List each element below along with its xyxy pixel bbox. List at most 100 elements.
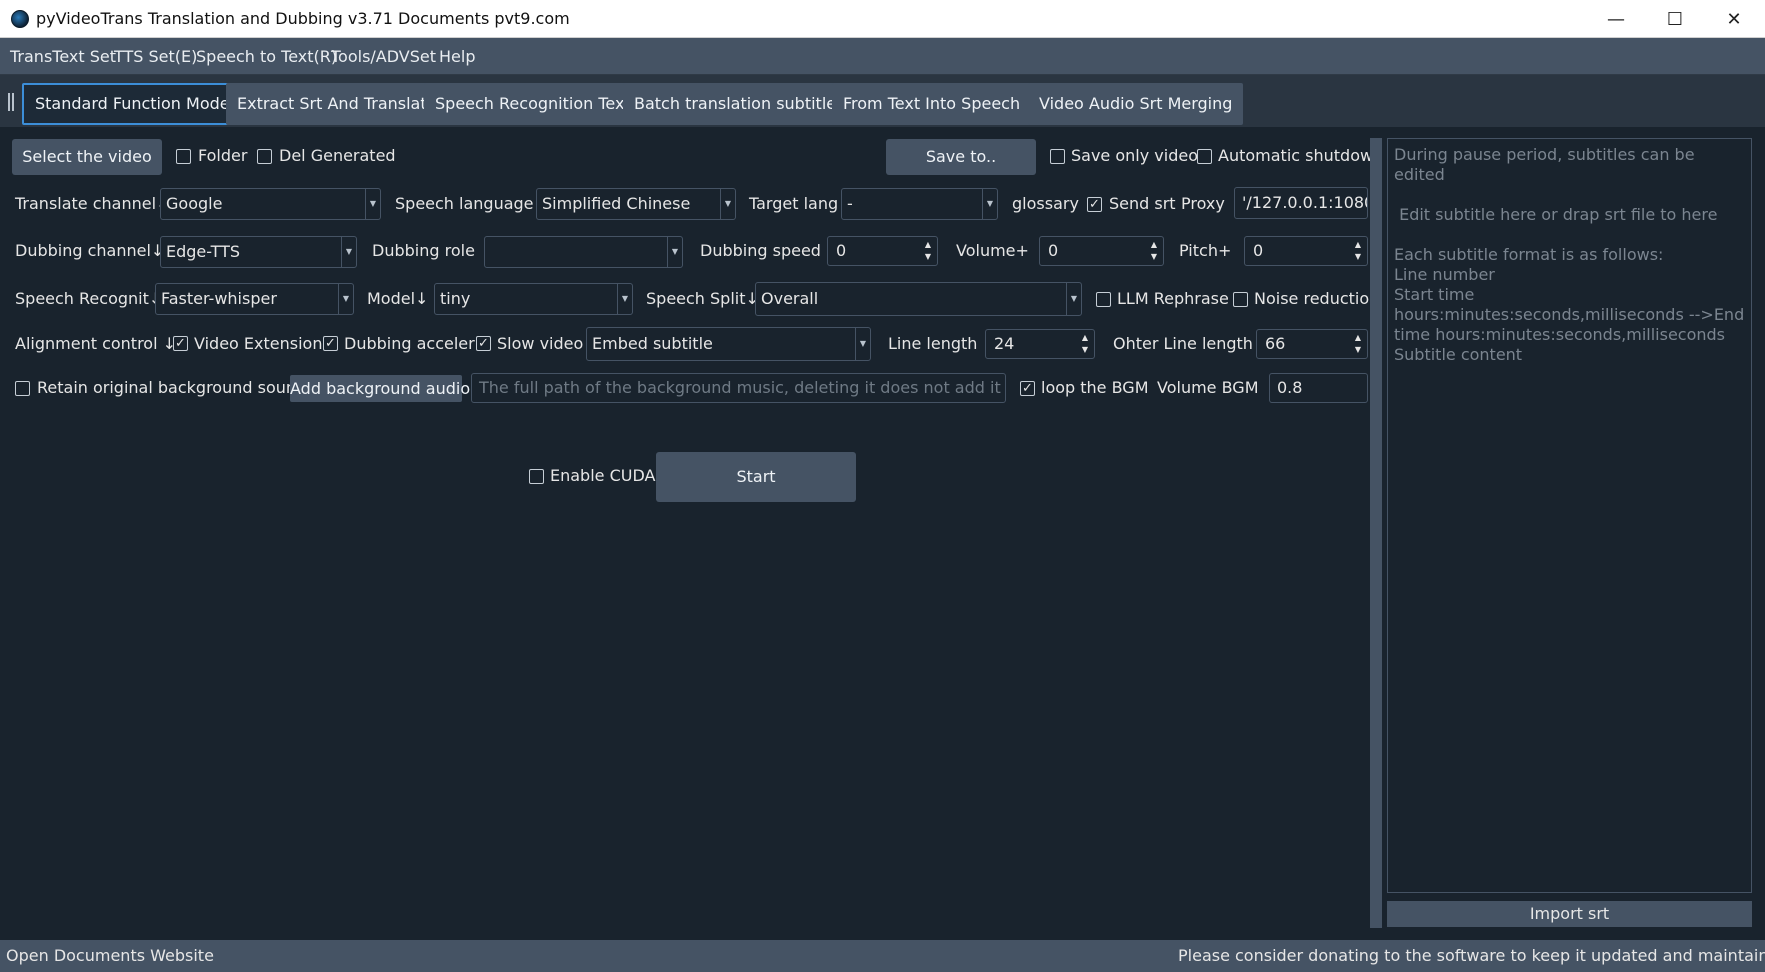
folder-checkbox[interactable] <box>176 149 191 164</box>
menu-bar: TransText Set TTS Set(E) Speech to Text(… <box>0 38 1765 75</box>
translate-channel-select[interactable]: Google ▼ <box>160 188 381 220</box>
send-srt-checkbox[interactable]: ✓ <box>1087 197 1102 212</box>
translate-channel-label[interactable]: Translate channel↓ <box>15 194 169 214</box>
toolbar-grip-icon[interactable] <box>8 93 14 111</box>
open-documents-link[interactable]: Open Documents Website <box>6 940 214 972</box>
select-video-button[interactable]: Select the video <box>12 139 162 175</box>
title-bar: pyVideoTrans Translation and Dubbing v3.… <box>0 0 1765 38</box>
save-only-video-checkbox[interactable] <box>1050 149 1065 164</box>
line-length-value: 24 <box>994 334 1015 353</box>
model-select[interactable]: tiny ▼ <box>434 283 633 315</box>
alignment-control-label[interactable]: Alignment control ↓ <box>15 334 176 354</box>
speech-language-select[interactable]: Simplified Chinese ▼ <box>536 188 736 220</box>
save-to-button[interactable]: Save to.. <box>886 139 1036 175</box>
import-srt-button[interactable]: Import srt <box>1387 901 1752 927</box>
donate-link[interactable]: Please consider donating to the software… <box>1178 940 1765 972</box>
chevron-down-icon: ▼ <box>338 284 353 314</box>
subtitle-editor[interactable]: During pause period, subtitles can be ed… <box>1387 138 1752 893</box>
volume-value: 0 <box>1048 241 1059 260</box>
del-generated-checkbox[interactable] <box>257 149 272 164</box>
volume-label: Volume+ <box>956 241 1029 260</box>
dubbing-speed-value: 0 <box>836 241 847 260</box>
retain-bg-checkbox[interactable] <box>15 381 30 396</box>
tab-speech-recognition-text[interactable]: Speech Recognition Text <box>424 83 642 125</box>
speech-language-label: Speech language <box>395 194 534 213</box>
dubbing-acceler-checkbox[interactable]: ✓ <box>323 336 338 351</box>
other-line-length-value: 66 <box>1265 334 1286 353</box>
other-line-length-spinbox[interactable]: 66 ▲ ▼ <box>1256 329 1368 359</box>
glossary-link[interactable]: glossary <box>1012 194 1079 214</box>
spin-arrows-icon[interactable]: ▲ ▼ <box>1148 239 1160 263</box>
send-srt-label: Send srt <box>1109 194 1176 213</box>
spin-arrows-icon[interactable]: ▲ ▼ <box>922 239 934 263</box>
menu-tts-set[interactable]: TTS Set(E) <box>114 38 197 75</box>
speech-language-value: Simplified Chinese <box>542 194 691 213</box>
speech-split-select[interactable]: Overall ▼ <box>755 282 1082 316</box>
embed-subtitle-select[interactable]: Embed subtitle ▼ <box>586 327 871 361</box>
volume-bgm-input[interactable]: 0.8 <box>1269 373 1368 403</box>
noise-reduction-checkbox[interactable] <box>1233 292 1248 307</box>
menu-help[interactable]: Help <box>439 38 475 75</box>
chevron-down-icon: ▼ <box>667 237 682 267</box>
chevron-down-icon: ▼ <box>341 237 356 267</box>
chevron-down-icon: ▼ <box>720 189 735 219</box>
proxy-input[interactable]: '/127.0.0.1:10808 <box>1234 187 1368 219</box>
tab-text-into-speech[interactable]: From Text Into Speech <box>832 83 1032 125</box>
tab-extract-srt-translate[interactable]: Extract Srt And Translate <box>226 83 448 125</box>
maximize-button[interactable]: ☐ <box>1646 0 1704 38</box>
slow-video-checkbox[interactable]: ✓ <box>476 336 491 351</box>
spin-arrows-icon[interactable]: ▲ ▼ <box>1079 332 1091 356</box>
dubbing-channel-label[interactable]: Dubbing channel↓ <box>15 241 164 261</box>
speech-recognition-label[interactable]: Speech Recognit↓ <box>15 289 162 309</box>
loop-bgm-checkbox[interactable]: ✓ <box>1020 381 1035 396</box>
video-extension-checkbox[interactable]: ✓ <box>173 336 188 351</box>
spin-arrows-icon[interactable]: ▲ ▼ <box>1352 332 1364 356</box>
other-line-length-label: Ohter Line length <box>1113 334 1253 353</box>
menu-transtext-set[interactable]: TransText Set <box>10 38 116 75</box>
volume-bgm-label: Volume BGM <box>1157 378 1259 397</box>
dubbing-role-select[interactable]: ▼ <box>484 236 683 268</box>
embed-subtitle-value: Embed subtitle <box>592 334 713 353</box>
start-button[interactable]: Start <box>656 452 856 502</box>
dubbing-role-label: Dubbing role <box>372 241 475 260</box>
video-extension-label: Video Extension <box>194 334 323 353</box>
background-music-path-input[interactable]: The full path of the background music, d… <box>471 373 1006 403</box>
splitter-handle[interactable] <box>1370 138 1382 928</box>
model-label[interactable]: Model↓ <box>367 289 428 309</box>
menu-speech-to-text[interactable]: Speech to Text(R) <box>196 38 337 75</box>
noise-reduction-label: Noise reduction <box>1254 289 1380 308</box>
speech-split-label[interactable]: Speech Split↓ <box>646 289 759 309</box>
translate-channel-value: Google <box>166 194 223 213</box>
minimize-button[interactable]: — <box>1587 0 1645 38</box>
pitch-value: 0 <box>1253 241 1264 260</box>
line-length-spinbox[interactable]: 24 ▲ ▼ <box>985 329 1095 359</box>
target-lang-select[interactable]: - ▼ <box>841 188 998 220</box>
chevron-down-icon: ▼ <box>617 284 632 314</box>
speech-recognition-value: Faster-whisper <box>161 289 277 308</box>
llm-rephrase-checkbox[interactable] <box>1096 292 1111 307</box>
slow-video-label: Slow video <box>497 334 584 353</box>
pitch-label: Pitch+ <box>1179 241 1232 260</box>
speech-recognition-select[interactable]: Faster-whisper ▼ <box>155 283 354 315</box>
add-background-audio-button[interactable]: Add background audio <box>290 375 470 402</box>
tab-batch-translation-subtitles[interactable]: Batch translation subtitles <box>623 83 856 125</box>
dubbing-speed-label: Dubbing speed <box>700 241 821 260</box>
dubbing-channel-select[interactable]: Edge-TTS ▼ <box>160 236 357 268</box>
tab-standard-function-mode[interactable]: Standard Function Mode <box>22 83 243 125</box>
proxy-label: Proxy <box>1181 194 1225 213</box>
pitch-spinbox[interactable]: 0 ▲ ▼ <box>1244 236 1368 266</box>
spin-arrows-icon[interactable]: ▲ ▼ <box>1352 239 1364 263</box>
auto-shutdown-checkbox[interactable] <box>1197 149 1212 164</box>
enable-cuda-label: Enable CUDA <box>550 466 656 485</box>
volume-spinbox[interactable]: 0 ▲ ▼ <box>1039 236 1164 266</box>
enable-cuda-checkbox[interactable] <box>529 469 544 484</box>
tab-video-audio-srt-merging[interactable]: Video Audio Srt Merging <box>1028 83 1244 125</box>
target-lang-value: - <box>847 194 853 213</box>
close-button[interactable]: ✕ <box>1705 0 1763 38</box>
app-logo-icon <box>11 10 29 28</box>
chevron-down-icon: ▼ <box>1066 283 1081 315</box>
menu-tools-advset[interactable]: Tools/ADVSet <box>331 38 436 75</box>
dubbing-speed-spinbox[interactable]: 0 ▲ ▼ <box>827 236 938 266</box>
del-generated-label: Del Generated <box>279 146 396 165</box>
window-title: pyVideoTrans Translation and Dubbing v3.… <box>36 9 570 28</box>
